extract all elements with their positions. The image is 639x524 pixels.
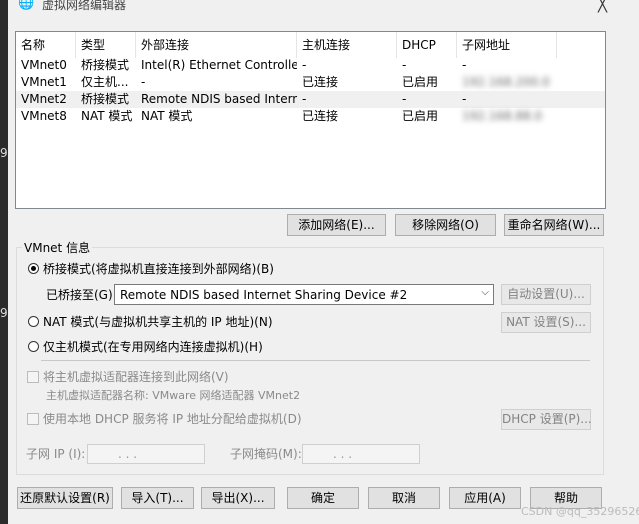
network-list[interactable]: 名称 类型 外部连接 主机连接 DHCP 子网地址 VMnet0 桥接模式 In… (15, 31, 606, 209)
cell-host: - (302, 92, 307, 106)
bridge-mode-label[interactable]: 桥接模式(将虚拟机直接连接到外部网络)(B) (43, 262, 274, 276)
subnet-ip-input[interactable]: . . . (87, 444, 205, 464)
adapter-name-text: 主机虚拟适配器名称: VMware 网络适配器 VMnet2 (46, 389, 301, 402)
background-window-strip: 9 9 (0, 0, 8, 524)
table-row[interactable]: VMnet0 桥接模式 Intel(R) Ethernet Controller… (16, 57, 605, 74)
list-header: 名称 类型 外部连接 主机连接 DHCP 子网地址 (16, 32, 605, 58)
cell-external: Intel(R) Ethernet Controller ... (141, 58, 297, 72)
bridge-mode-radio[interactable] (28, 263, 39, 274)
cell-subnet: 192.168.88.0 (462, 109, 543, 123)
apply-button[interactable]: 应用(A) (449, 487, 521, 509)
vmnet-info-group (16, 247, 604, 475)
chevron-down-icon: ⌵ (481, 287, 489, 298)
cell-name: VMnet8 (21, 109, 67, 123)
cell-subnet: - (462, 92, 467, 106)
cell-subnet: 192.168.200.0 (462, 75, 550, 89)
background-glyph: 9 (0, 306, 8, 320)
title-bar: 🌐 虚拟网络编辑器 ╳ (8, 0, 639, 14)
ok-button[interactable]: 确定 (287, 487, 359, 509)
subnet-mask-label: 子网掩码(M): (230, 447, 302, 461)
subnet-ip-label: 子网 IP (I): (26, 447, 86, 461)
import-button[interactable]: 导入(T)... (121, 487, 194, 509)
subnet-mask-input[interactable]: . . . (302, 444, 420, 464)
bridged-to-value: Remote NDIS based Internet Sharing Devic… (120, 288, 408, 302)
host-only-label[interactable]: 仅主机模式(在专用网络内连接虚拟机)(H) (43, 340, 263, 354)
restore-defaults-button[interactable]: 还原默认设置(R) (17, 487, 113, 509)
cell-host: 已连接 (302, 75, 339, 89)
column-header-subnet[interactable]: 子网地址 (457, 32, 557, 58)
cell-subnet: - (462, 58, 467, 72)
add-network-button[interactable]: 添加网络(E)... (287, 214, 386, 236)
cell-type: NAT 模式 (81, 109, 133, 123)
cell-name: VMnet2 (21, 92, 67, 106)
cell-name: VMnet1 (21, 75, 67, 89)
column-header-dhcp[interactable]: DHCP (397, 32, 457, 58)
host-only-radio[interactable] (28, 341, 39, 352)
dhcp-label[interactable]: 使用本地 DHCP 服务将 IP 地址分配给虚拟机(D) (43, 412, 302, 426)
background-glyph: 9 (0, 146, 8, 160)
cell-type: 桥接模式 (81, 58, 130, 72)
rename-network-button[interactable]: 重命名网络(W)... (504, 214, 604, 236)
nat-settings-button[interactable]: NAT 设置(S)... (501, 312, 591, 333)
column-header-external[interactable]: 外部连接 (136, 32, 297, 58)
bridged-to-select[interactable]: Remote NDIS based Internet Sharing Devic… (114, 284, 494, 305)
cell-host: 已连接 (302, 109, 339, 123)
vmnet-info-label: VMnet 信息 (22, 241, 93, 255)
bridged-to-label: 已桥接至(G): (46, 288, 117, 302)
cell-external: - (141, 75, 146, 89)
cell-external: NAT 模式 (141, 109, 193, 123)
table-row[interactable]: VMnet8 NAT 模式 NAT 模式 已连接 已启用 192.168.88.… (16, 108, 605, 125)
ip-separators: . . . (118, 447, 138, 461)
table-row[interactable]: VMnet1 仅主机... - 已连接 已启用 192.168.200.0 (16, 74, 605, 91)
nat-mode-radio[interactable] (28, 316, 39, 327)
remove-network-button[interactable]: 移除网络(O) (395, 214, 496, 236)
cancel-button[interactable]: 取消 (368, 487, 440, 509)
ip-separators: . . . (333, 447, 353, 461)
column-header-host[interactable]: 主机连接 (297, 32, 397, 58)
watermark: CSDN @qq_35296526 (521, 505, 639, 518)
connect-adapter-checkbox[interactable] (27, 371, 39, 383)
separator (41, 360, 590, 361)
cell-external: Remote NDIS based Interne... (141, 92, 297, 106)
cell-host: - (302, 58, 307, 72)
table-row-selected[interactable]: VMnet2 桥接模式 Remote NDIS based Interne...… (16, 91, 605, 108)
column-header-type[interactable]: 类型 (76, 32, 136, 58)
cell-dhcp: - (402, 92, 407, 106)
export-button[interactable]: 导出(X)... (201, 487, 275, 509)
column-header-name[interactable]: 名称 (16, 32, 76, 58)
nat-mode-label[interactable]: NAT 模式(与虚拟机共享主机的 IP 地址)(N) (43, 315, 273, 329)
close-icon[interactable]: ╳ (598, 0, 607, 13)
cell-dhcp: 已启用 (402, 75, 439, 89)
cell-type: 仅主机... (81, 75, 129, 89)
cell-name: VMnet0 (21, 58, 67, 72)
connect-adapter-label[interactable]: 将主机虚拟适配器连接到此网络(V) (43, 370, 229, 384)
dhcp-settings-button[interactable]: DHCP 设置(P)... (501, 409, 592, 430)
cell-dhcp: 已启用 (402, 109, 439, 123)
dhcp-checkbox[interactable] (27, 413, 39, 425)
network-globe-icon: 🌐 (18, 0, 35, 11)
cell-type: 桥接模式 (81, 92, 130, 106)
cell-dhcp: - (402, 58, 407, 72)
auto-settings-button[interactable]: 自动设置(U)... (501, 284, 591, 305)
window-title: 虚拟网络编辑器 (42, 0, 127, 12)
